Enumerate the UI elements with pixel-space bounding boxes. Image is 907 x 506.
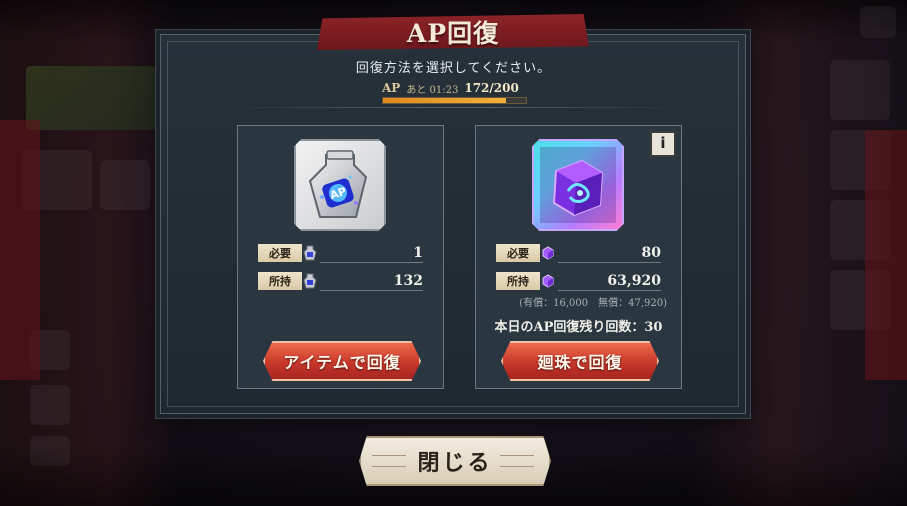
required-label: 必要 bbox=[496, 244, 540, 262]
recover-with-stone-button[interactable]: 廻珠で回復 bbox=[501, 341, 659, 381]
ap-progress-bar bbox=[382, 97, 527, 104]
stone-owned-row: 所持 63,920 bbox=[496, 272, 661, 291]
owned-label: 所持 bbox=[496, 272, 540, 290]
dialog-title-banner: AP回復 bbox=[317, 14, 589, 50]
spirit-cube-icon bbox=[538, 272, 558, 290]
stone-icon-frame bbox=[532, 139, 624, 231]
required-value: 80 bbox=[558, 244, 661, 263]
close-button-ornament bbox=[372, 455, 406, 467]
ap-label: AP bbox=[382, 81, 401, 95]
ap-potion-icon: AP bbox=[308, 150, 368, 218]
dialog-subtitle: 回復方法を選択してください。 bbox=[355, 61, 552, 76]
spirit-cube-icon bbox=[540, 147, 616, 223]
required-label: 必要 bbox=[258, 244, 302, 262]
owned-value: 63,920 bbox=[558, 272, 661, 291]
item-required-row: 必要 1 bbox=[258, 244, 423, 263]
item-owned-row: 所持 132 bbox=[258, 272, 423, 291]
owned-label: 所持 bbox=[258, 272, 302, 290]
required-value: 1 bbox=[320, 244, 423, 263]
ap-potion-icon bbox=[300, 272, 320, 290]
stone-recovery-card: i 必要 80 所持 63,920 (有償：16,000 無償：47,920) … bbox=[475, 125, 682, 389]
item-recovery-card: AP 必要 1 所持 132 アイテムで回復 bbox=[237, 125, 444, 389]
info-button[interactable]: i bbox=[650, 131, 676, 157]
recover-with-item-button[interactable]: アイテムで回復 bbox=[263, 341, 421, 381]
ap-value: 172/200 bbox=[464, 81, 519, 95]
header-divider bbox=[225, 107, 685, 108]
dialog-title: AP回復 bbox=[406, 19, 500, 48]
ap-progress-fill bbox=[383, 98, 506, 103]
daily-remaining-count: 本日のAP回復残り回数：30 bbox=[494, 320, 663, 335]
owned-value: 132 bbox=[320, 272, 423, 291]
stone-required-row: 必要 80 bbox=[496, 244, 661, 263]
close-button-ornament bbox=[500, 455, 534, 467]
ap-potion-icon bbox=[300, 244, 320, 262]
ap-status-row: AP あと 01:23 172/200 bbox=[382, 80, 532, 96]
spirit-cube-icon bbox=[538, 244, 558, 262]
paid-free-breakdown: (有償：16,000 無償：47,920) bbox=[519, 298, 667, 309]
ap-timer: あと 01:23 bbox=[406, 84, 459, 96]
close-button-label: 閉じる bbox=[417, 450, 493, 476]
item-icon-frame: AP bbox=[294, 139, 386, 231]
